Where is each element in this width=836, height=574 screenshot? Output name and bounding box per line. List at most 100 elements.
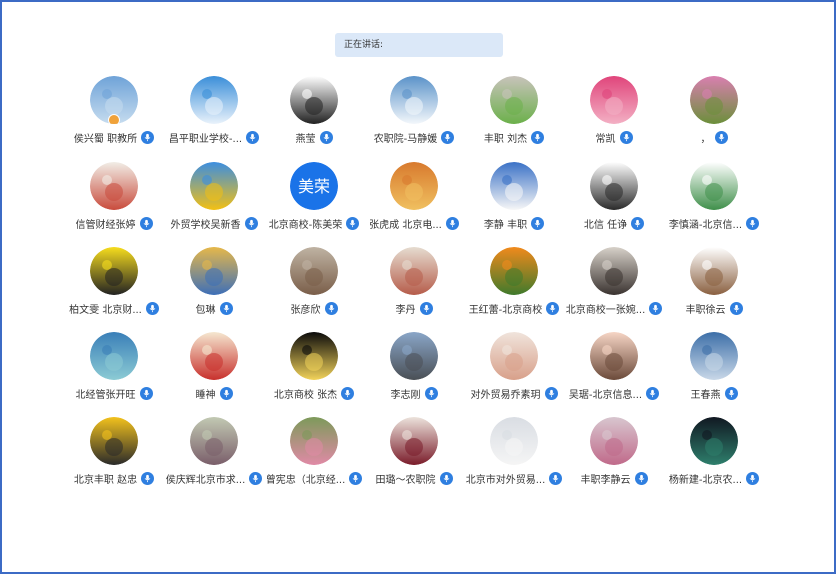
microphone-icon[interactable]	[141, 471, 155, 485]
microphone-icon[interactable]	[439, 471, 453, 485]
garden-icon	[190, 417, 238, 465]
participant-tile[interactable]: 侯庆辉北京市求...	[164, 417, 264, 486]
participant-tile[interactable]: 北信 任诤	[564, 162, 664, 231]
microphone-icon[interactable]	[441, 130, 455, 144]
dandelion-icon	[190, 76, 238, 124]
participant-tile[interactable]: 王春燕	[664, 332, 764, 401]
participant-tile[interactable]: 昌平职业学校-...	[164, 76, 264, 145]
microphone-icon[interactable]	[531, 216, 545, 230]
participant-name: 李慎涵-北京信...	[668, 219, 743, 231]
participant-tile[interactable]: 王红蕾-北京商校	[464, 247, 564, 316]
participant-tile[interactable]: 美荣 北京商校-陈美荣	[264, 162, 364, 231]
participant-tile[interactable]: 侯兴蜀 职教所	[64, 76, 164, 145]
drawing-icon	[90, 162, 138, 210]
participant-tile[interactable]: 张虎成 北京电...	[364, 162, 464, 231]
microphone-icon[interactable]	[419, 301, 433, 315]
participant-name: 睡神	[195, 389, 216, 401]
participant-name: 李丹	[395, 304, 416, 316]
participant-tile[interactable]: 丰职 刘杰	[464, 76, 564, 145]
microphone-icon[interactable]	[219, 301, 233, 315]
microphone-icon[interactable]	[219, 386, 233, 400]
microphone-icon[interactable]	[341, 386, 355, 400]
participant-tile[interactable]: 北京丰职 赵忠	[64, 417, 164, 486]
participant-tile[interactable]: 杨新建-北京农...	[664, 417, 764, 486]
participant-tile[interactable]: ，	[664, 76, 764, 145]
microphone-icon[interactable]	[139, 216, 153, 230]
microphone-icon[interactable]	[139, 386, 153, 400]
participant-tile[interactable]: 常凯	[564, 76, 664, 145]
microphone-icon[interactable]	[724, 386, 738, 400]
participant-name-row: 李丹	[364, 300, 464, 316]
participant-tile[interactable]: 燕莹	[264, 76, 364, 145]
microphone-icon[interactable]	[729, 301, 743, 315]
microphone-icon[interactable]	[544, 386, 558, 400]
microphone-icon[interactable]	[549, 471, 563, 485]
microphone-icon[interactable]	[546, 301, 560, 315]
microphone-icon[interactable]	[141, 130, 155, 144]
participant-tile[interactable]: 吴琚-北京信息...	[564, 332, 664, 401]
participant-tile[interactable]: 北京市对外贸易...	[464, 417, 564, 486]
participant-name: 侯兴蜀 职教所	[73, 133, 138, 145]
participant-name-row: ，	[664, 129, 764, 145]
participant-tile[interactable]: 李丹	[364, 247, 464, 316]
participant-name-row: 昌平职业学校-...	[164, 129, 264, 145]
participant-tile[interactable]: 李慎涵-北京信...	[664, 162, 764, 231]
microphone-icon[interactable]	[746, 471, 760, 485]
microphone-icon[interactable]	[445, 216, 459, 230]
microphone-icon[interactable]	[349, 471, 363, 485]
microphone-icon[interactable]	[634, 471, 648, 485]
participant-tile[interactable]: 田璐～农职院	[364, 417, 464, 486]
participant-tile[interactable]: 丰职李静云	[564, 417, 664, 486]
participant-name: 常凯	[595, 133, 616, 145]
participant-tile[interactable]: 外贸学校吴新香	[164, 162, 264, 231]
participant-tile[interactable]: 李志刚	[364, 332, 464, 401]
cartoon-girl-icon	[290, 76, 338, 124]
microphone-icon[interactable]	[145, 301, 159, 315]
participant-tile[interactable]: 北经管张开旺	[64, 332, 164, 401]
microphone-icon[interactable]	[246, 130, 260, 144]
microphone-icon[interactable]	[649, 301, 663, 315]
microphone-icon[interactable]	[746, 216, 760, 230]
participant-name-row: 侯兴蜀 职教所	[64, 129, 164, 145]
sunglasses-icon	[390, 417, 438, 465]
meeting-participants-window: 正在讲话: 侯兴蜀 职教所 昌平职业学校-... 燕莹 农职院-马静媛 丰职 刘杰 常凯 ，…	[0, 0, 836, 574]
microphone-icon[interactable]	[324, 301, 338, 315]
microphone-icon[interactable]	[646, 386, 660, 400]
fireworks-icon	[290, 332, 338, 380]
microphone-icon[interactable]	[631, 216, 645, 230]
participant-tile[interactable]: 张彦欣	[264, 247, 364, 316]
participant-name-row: 北信 任诤	[564, 215, 664, 231]
feather-icon	[690, 162, 738, 210]
participant-name-row: 柏文雯 北京财...	[64, 300, 164, 316]
microphone-icon[interactable]	[619, 130, 633, 144]
participant-name-row: 北京商校 张杰	[264, 385, 364, 401]
participant-tile[interactable]: 北京商校一张婉...	[564, 247, 664, 316]
blossom-icon	[590, 417, 638, 465]
participant-tile[interactable]: 曾宪忠（北京经...	[264, 417, 364, 486]
child-icon	[490, 332, 538, 380]
participant-name: 张虎成 北京电...	[369, 219, 442, 231]
microphone-icon[interactable]	[531, 130, 545, 144]
microphone-icon[interactable]	[714, 130, 728, 144]
participant-tile[interactable]: 丰职徐云	[664, 247, 764, 316]
road-icon	[390, 332, 438, 380]
microphone-icon[interactable]	[244, 216, 258, 230]
participant-tile[interactable]: 睡神	[164, 332, 264, 401]
participant-name-row: 信管财经张婷	[64, 215, 164, 231]
microphone-icon[interactable]	[319, 130, 333, 144]
participant-name: ，	[700, 133, 711, 145]
participant-tile[interactable]: 柏文雯 北京财...	[64, 247, 164, 316]
microphone-icon[interactable]	[249, 471, 263, 485]
participant-tile[interactable]: 北京商校 张杰	[264, 332, 364, 401]
participant-tile[interactable]: 对外贸易乔素玥	[464, 332, 564, 401]
participant-tile[interactable]: 包琳	[164, 247, 264, 316]
microphone-icon[interactable]	[424, 386, 438, 400]
participant-name: 侯庆辉北京市求...	[165, 474, 246, 486]
participant-name: 农职院-马静媛	[373, 133, 438, 145]
microphone-icon[interactable]	[346, 216, 360, 230]
participant-tile[interactable]: 李静 丰职	[464, 162, 564, 231]
participant-tile[interactable]: 农职院-马静媛	[364, 76, 464, 145]
participant-name: 李志刚	[390, 389, 421, 401]
participant-tile[interactable]: 信管财经张婷	[64, 162, 164, 231]
anime-icon	[190, 332, 238, 380]
